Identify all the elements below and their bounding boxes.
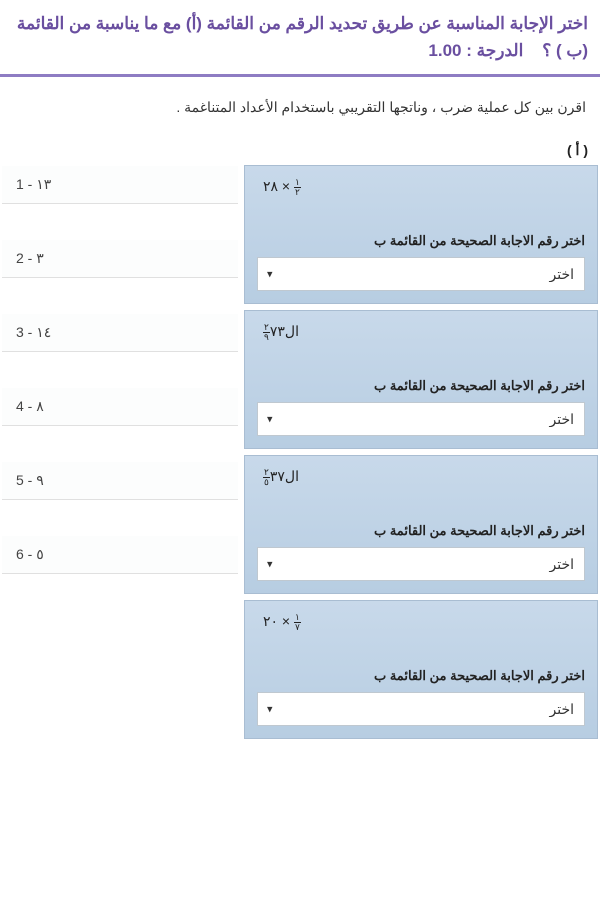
select-wrapper: اختر▾ [257, 547, 585, 581]
answer-block: اختر رقم الاجابة الصحيحة من القائمة ب اخت… [257, 378, 585, 436]
matching-area: ( أ ) ٢٨ × ١٢ اختر رقم الاجابة الصحيحة من… [0, 138, 600, 759]
answer-select[interactable]: اختر [257, 402, 585, 436]
answer-label: اختر رقم الاجابة الصحيحة من القائمة ب [257, 378, 585, 394]
expression: ٢٨ × ١٢ [257, 176, 585, 199]
column-a-wrapper: ( أ ) ٢٨ × ١٢ اختر رقم الاجابة الصحيحة من… [244, 138, 598, 739]
question-card: ٢٠ × ١٧ اختر رقم الاجابة الصحيحة من القائ… [244, 600, 598, 739]
select-wrapper: اختر▾ [257, 402, 585, 436]
list-item: 5 - ٩ [2, 462, 238, 500]
expression: ٢٩ال٧٣ [257, 321, 585, 344]
list-item: 3 - ١٤ [2, 314, 238, 352]
question-card: ٢٥ال٣٧ اختر رقم الاجابة الصحيحة من القائم… [244, 455, 598, 594]
answer-select[interactable]: اختر [257, 692, 585, 726]
select-wrapper: اختر▾ [257, 257, 585, 291]
column-a-header: ( أ ) [244, 138, 598, 165]
question-card: ٢٩ال٧٣ اختر رقم الاجابة الصحيحة من القائم… [244, 310, 598, 449]
grade-value: 1.00 [428, 41, 461, 60]
expression: ٢٥ال٣٧ [257, 466, 585, 489]
expression: ٢٠ × ١٧ [257, 611, 585, 634]
column-a: ٢٨ × ١٢ اختر رقم الاجابة الصحيحة من القائ… [244, 165, 598, 739]
answer-label: اختر رقم الاجابة الصحيحة من القائمة ب [257, 668, 585, 684]
list-item: 1 - ١٣ [2, 166, 238, 204]
question-header: اختر الإجابة المناسبة عن طريق تحديد الرق… [0, 0, 600, 77]
question-card: ٢٨ × ١٢ اختر رقم الاجابة الصحيحة من القائ… [244, 165, 598, 304]
answer-block: اختر رقم الاجابة الصحيحة من القائمة ب اخت… [257, 668, 585, 726]
answer-block: اختر رقم الاجابة الصحيحة من القائمة ب اخت… [257, 233, 585, 291]
column-b: 1 - ١٣ 2 - ٣ 3 - ١٤ 4 - ٨ 5 - ٩ 6 - ٥ [2, 138, 238, 574]
list-item: 2 - ٣ [2, 240, 238, 278]
question-title: اختر الإجابة المناسبة عن طريق تحديد الرق… [12, 10, 588, 64]
list-item: 4 - ٨ [2, 388, 238, 426]
list-item: 6 - ٥ [2, 536, 238, 574]
grade-label: الدرجة : [466, 41, 523, 60]
answer-select[interactable]: اختر [257, 547, 585, 581]
answer-label: اختر رقم الاجابة الصحيحة من القائمة ب [257, 233, 585, 249]
instruction-text: اقرن بين كل عملية ضرب ، وناتجها التقريبي… [0, 77, 600, 138]
answer-label: اختر رقم الاجابة الصحيحة من القائمة ب [257, 523, 585, 539]
select-wrapper: اختر▾ [257, 692, 585, 726]
answer-block: اختر رقم الاجابة الصحيحة من القائمة ب اخت… [257, 523, 585, 581]
answer-select[interactable]: اختر [257, 257, 585, 291]
